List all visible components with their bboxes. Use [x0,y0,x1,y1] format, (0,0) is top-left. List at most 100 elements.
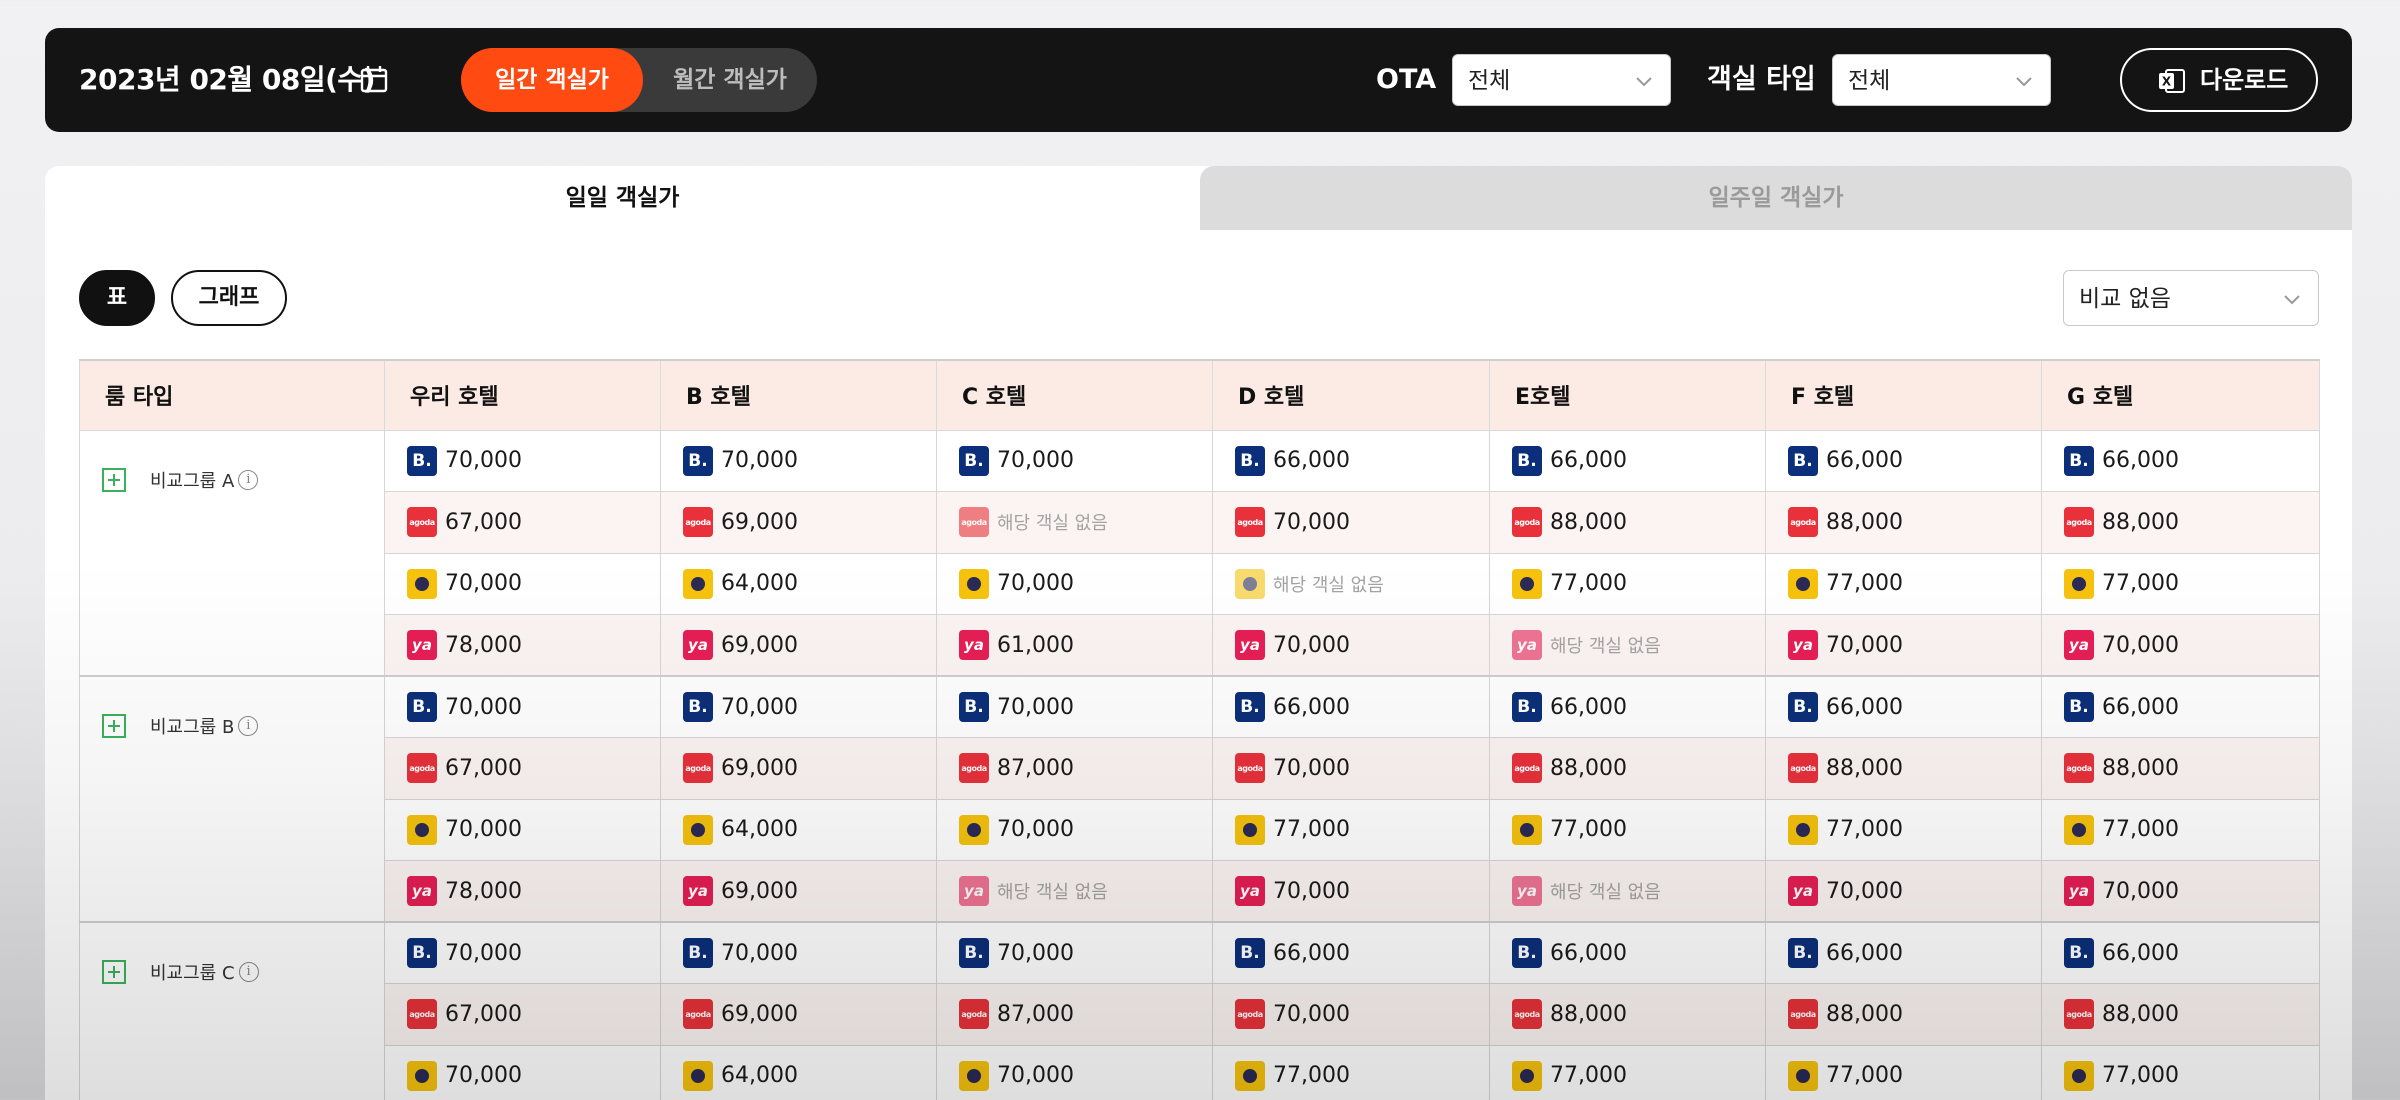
info-icon[interactable]: i [238,469,259,490]
price-cell: 70,000 [936,552,1213,615]
price-cell: 해당 객실 없음 [1212,552,1490,615]
expand-plus-icon[interactable] [102,714,126,738]
comparison-group-cell: 비교그룹 Ai [79,429,385,677]
price-cell: 77,000 [1489,798,1766,861]
price-value: 70,000 [445,694,522,720]
price-value: 77,000 [1273,1063,1350,1088]
col-header-e-hotel: E호텔 [1489,359,1766,431]
booking-icon: B. [2064,938,2094,968]
yeogi-icon [683,1060,713,1091]
yanolja-icon: ya [1788,876,1818,906]
info-icon[interactable]: i [238,962,259,982]
price-cell: agoda 88,000 [1765,491,2042,554]
price-cell: 77,000 [1765,1044,2042,1100]
price-cell: B. 66,000 [1212,675,1490,738]
tab-daily-rate[interactable]: 일일 객실가 [45,166,1200,230]
no-room-text: 해당 객실 없음 [997,882,1108,903]
price-cell: B. 66,000 [1765,675,2042,738]
price-value: 70,000 [997,817,1074,843]
price-value: 66,000 [1826,694,1903,720]
agoda-icon: agoda [2064,507,2094,538]
price-value: 88,000 [2102,509,2179,535]
price-cell: B. 66,000 [1212,429,1490,492]
tab-weekly-rate[interactable]: 일주일 객실가 [1200,166,2352,230]
price-value: 77,000 [2102,1063,2179,1088]
price-value: 66,000 [1273,448,1350,474]
price-cell: B. 66,000 [2041,675,2320,738]
table-row: ya 78,000 ya 69,000 ya 해당 객실 없음 ya 70,000 ya 해당 객… [80,860,2320,923]
download-button[interactable]: X 다운로드 [2120,48,2318,112]
price-cell: 77,000 [2041,798,2320,861]
table-view-button[interactable]: 표 [79,270,155,326]
price-value: 70,000 [445,571,522,597]
price-cell: ya 70,000 [1212,614,1490,677]
table-row: agoda 67,000 agoda 69,000 agoda 87,000 agoda 70… [80,737,2320,800]
price-cell: ya 70,000 [1765,614,2042,677]
no-room-text: 해당 객실 없음 [1550,636,1661,657]
period-toggle: 일간 객실가 월간 객실가 [461,48,817,112]
group-name: 비교그룹 C [150,963,235,984]
price-value: 70,000 [997,940,1074,966]
table-row: 비교그룹 Ai B. 70,000 B. 70,000 B. 70,000 B. 66,000 B… [79,429,2320,677]
expand-plus-icon[interactable] [102,960,126,984]
expand-plus-icon[interactable] [102,467,126,492]
yeogi-icon [1235,814,1265,845]
price-cell: B. 70,000 [660,921,937,984]
price-value: 70,000 [445,1063,522,1088]
booking-icon: B. [2064,445,2094,476]
calendar-icon[interactable] [359,64,389,94]
price-value: 64,000 [721,817,798,843]
current-date: 2023년 02월 08일(수) [79,63,376,96]
price-cell: 70,000 [384,798,661,861]
table-row: 70,000 64,000 70,000 77,000 77,000 77,000 77,0… [80,1044,2320,1100]
monthly-rate-toggle[interactable]: 월간 객실가 [643,48,817,112]
agoda-icon: agoda [1512,753,1542,784]
price-cell: 64,000 [660,552,937,615]
yeogi-icon [2064,568,2094,599]
daily-rate-toggle[interactable]: 일간 객실가 [461,48,643,112]
yeogi-icon [1512,568,1542,599]
price-value: 66,000 [1273,694,1350,720]
agoda-icon: agoda [2064,753,2094,784]
price-value: 66,000 [2102,694,2179,720]
price-value: 87,000 [997,1001,1074,1027]
info-icon[interactable]: i [238,716,259,736]
yeogi-icon [407,814,437,845]
price-value: 88,000 [1826,509,1903,535]
group-name: 비교그룹 A [150,470,235,492]
yeogi-icon [1788,568,1818,599]
yanolja-icon: ya [959,876,989,906]
price-cell: 77,000 [1489,552,1766,615]
room-type-label: 객실 타입 [1707,64,1816,95]
price-cell: B. 66,000 [1489,675,1766,738]
ota-select[interactable]: 전체 [1452,54,1671,106]
compare-select[interactable]: 비교 없음 [2063,270,2319,326]
price-value: 70,000 [721,448,798,474]
price-value: 66,000 [1273,940,1350,966]
booking-icon: B. [2064,692,2094,722]
price-cell: agoda 70,000 [1212,983,1490,1046]
yeogi-icon [1512,1060,1542,1091]
yeogi-icon [1512,814,1542,845]
price-value: 70,000 [997,694,1074,720]
price-cell: 77,000 [1489,1044,1766,1100]
price-value: 77,000 [1826,1063,1903,1088]
price-value: 70,000 [1826,632,1903,658]
graph-view-button[interactable]: 그래프 [171,270,287,326]
svg-text:X: X [2162,75,2172,89]
rate-table: 룸 타입 우리 호텔 B 호텔 C 호텔 D 호텔 E호텔 F 호텔 G 호텔 … [79,359,2320,1100]
room-type-select[interactable]: 전체 [1832,54,2051,106]
yanolja-icon: ya [683,630,713,660]
yanolja-icon: ya [959,630,989,660]
price-value: 67,000 [445,755,522,781]
booking-icon: B. [407,938,437,968]
col-header-f-hotel: F 호텔 [1765,359,2042,431]
price-value: 70,000 [1273,632,1350,658]
price-value: 77,000 [1826,817,1903,843]
yeogi-icon [1235,568,1265,599]
col-header-our-hotel: 우리 호텔 [384,359,661,431]
booking-icon: B. [1235,938,1265,968]
price-value: 61,000 [997,632,1074,658]
price-value: 66,000 [1826,940,1903,966]
price-cell: agoda 87,000 [936,737,1213,800]
